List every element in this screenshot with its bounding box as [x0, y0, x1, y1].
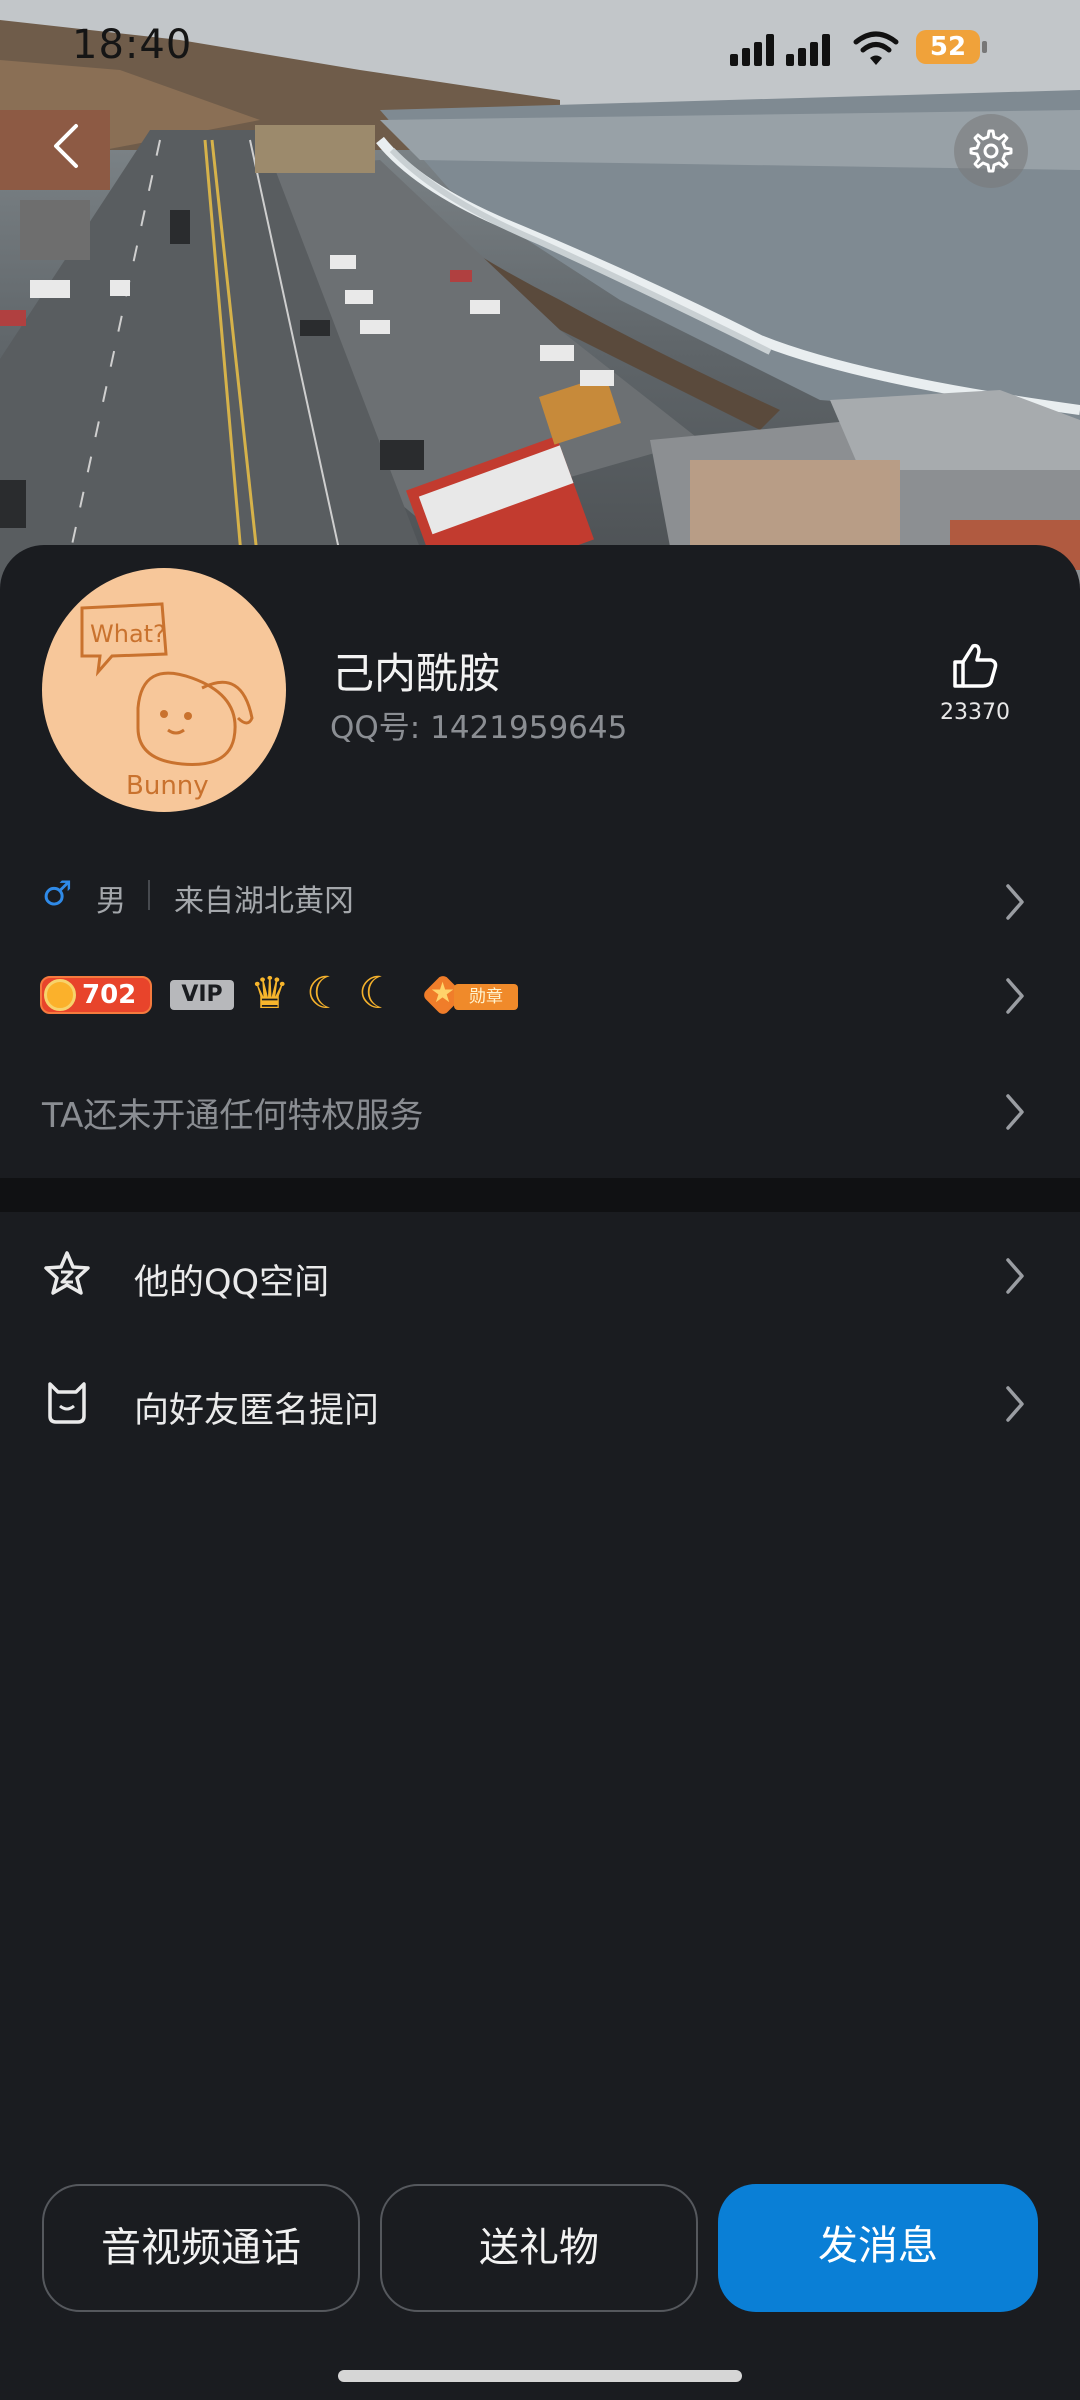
moon-icon: ☾	[306, 968, 346, 1019]
level-number: 702	[82, 980, 137, 1010]
thumbs-up-icon	[953, 643, 998, 688]
wifi-icon	[853, 31, 899, 65]
menu-item-label: 他的QQ空间	[134, 1263, 330, 1303]
chevron-right-icon	[1006, 978, 1024, 1014]
profile-info-row[interactable]: ♂ 男 来自湖北黄冈	[0, 864, 1080, 934]
privilege-text: TA还未开通任何特权服务	[42, 1096, 424, 1136]
star-icon: ★	[430, 976, 456, 1009]
coin-icon	[44, 979, 76, 1011]
medal-badge: ★ 勋章	[421, 973, 520, 1017]
star-icon	[44, 1251, 90, 1295]
video-call-button[interactable]: 音视频通话	[42, 2184, 360, 2312]
send-message-button[interactable]: 发消息	[718, 2184, 1038, 2312]
profile-nickname: 己内酰胺	[332, 649, 501, 698]
gear-icon	[969, 129, 1013, 173]
crown-icon: ♛	[250, 968, 290, 1019]
chevron-left-icon	[54, 124, 78, 168]
battery-indicator: 52	[916, 30, 988, 64]
chevron-right-icon	[1006, 884, 1024, 920]
menu-item-label: 向好友匿名提问	[134, 1391, 380, 1431]
avatar-speech-text: What?	[90, 620, 166, 648]
badge-row[interactable]: 702 VIP ♛ ☾ ☾ ★ 勋章	[0, 966, 1080, 1036]
male-icon: ♂	[42, 874, 73, 914]
profile-sheet	[0, 545, 1080, 2400]
moon-icon: ☾	[358, 968, 398, 1019]
cellular-signal-icon	[730, 34, 830, 66]
chevron-right-icon	[1006, 1094, 1024, 1130]
qq-number: QQ号: 1421959645	[330, 710, 628, 746]
menu-item-anonymous-question[interactable]: 向好友匿名提问	[0, 1346, 1080, 1466]
avatar[interactable]: What? Bunny	[42, 568, 286, 812]
medal-label: 勋章	[454, 984, 518, 1010]
status-time: 18:40	[72, 22, 193, 68]
send-gift-button[interactable]: 送礼物	[380, 2184, 698, 2312]
battery-level: 52	[929, 32, 967, 62]
section-divider	[0, 1178, 1080, 1212]
vip-badge: VIP	[170, 980, 234, 1010]
like-button[interactable]: 23370	[930, 640, 1020, 740]
divider	[148, 880, 150, 910]
gender-label: 男	[96, 884, 126, 919]
chevron-right-icon	[1006, 1386, 1024, 1422]
settings-button[interactable]	[954, 114, 1028, 188]
cat-icon	[48, 1382, 86, 1424]
like-count: 23370	[940, 700, 1010, 725]
avatar-caption-text: Bunny	[126, 771, 209, 801]
location-label: 来自湖北黄冈	[174, 884, 354, 919]
home-indicator[interactable]	[338, 2370, 742, 2382]
back-button[interactable]	[40, 118, 96, 174]
status-bar: 18:40 52	[0, 0, 1080, 100]
chevron-right-icon	[1006, 1258, 1024, 1294]
menu-item-qzone[interactable]: 他的QQ空间	[0, 1218, 1080, 1338]
level-badge: 702	[40, 976, 152, 1014]
privilege-row[interactable]: TA还未开通任何特权服务	[0, 1080, 1080, 1150]
